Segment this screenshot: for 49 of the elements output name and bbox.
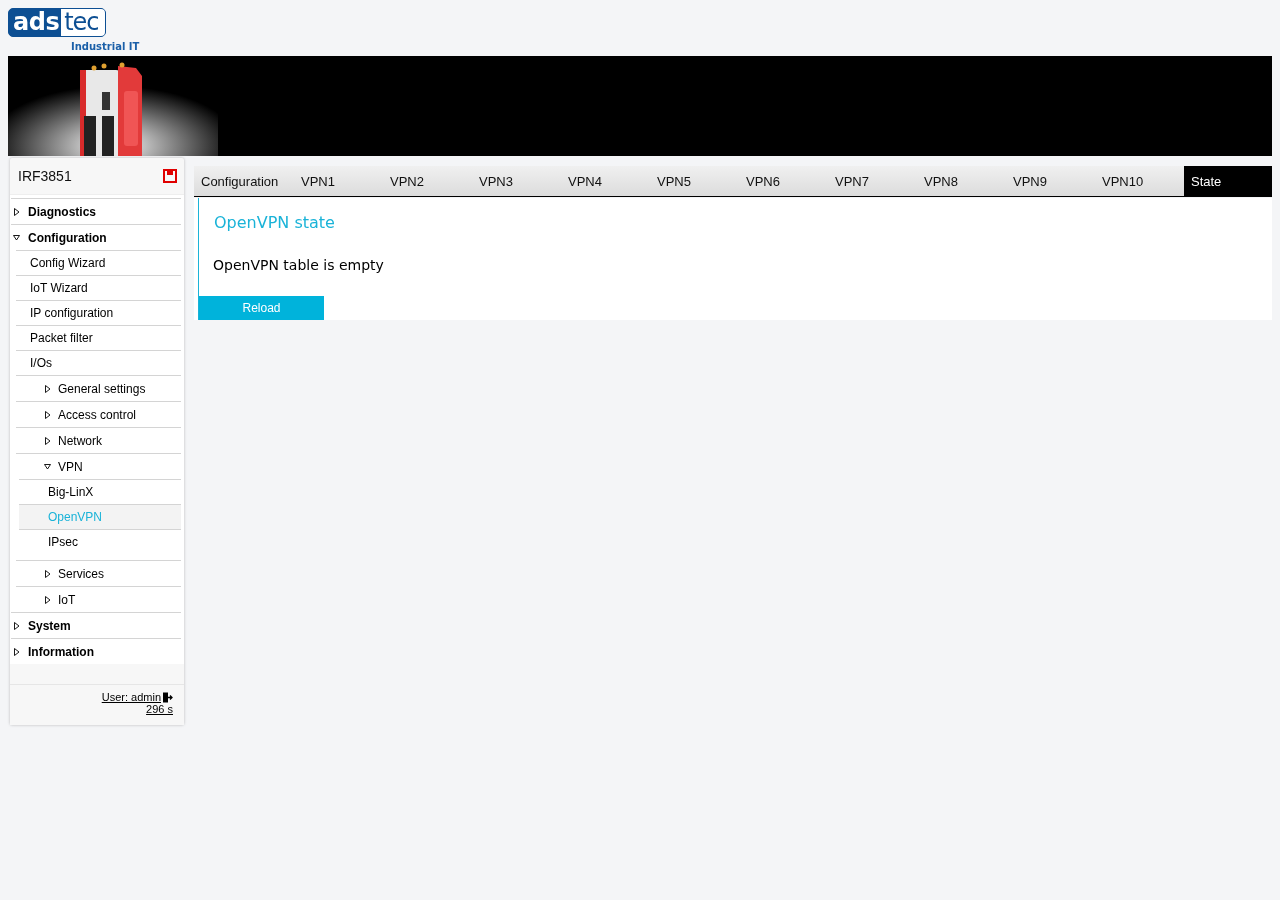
menu-item[interactable]: Big-LinX bbox=[19, 480, 181, 504]
caret-right-icon bbox=[44, 410, 51, 419]
tree-item[interactable]: VPN bbox=[16, 454, 181, 479]
caret-right-icon bbox=[44, 384, 51, 393]
user-link[interactable]: User: admin bbox=[101, 691, 161, 703]
tree-item[interactable]: Configuration bbox=[11, 225, 181, 250]
tab[interactable]: VPN3 bbox=[472, 166, 561, 196]
logout-icon[interactable] bbox=[162, 691, 173, 703]
tab[interactable]: VPN4 bbox=[561, 166, 650, 196]
tab[interactable]: VPN5 bbox=[650, 166, 739, 196]
caret-right-icon bbox=[13, 647, 20, 656]
menu-item[interactable]: IP configuration bbox=[16, 301, 181, 325]
caret-right-icon bbox=[13, 207, 20, 216]
caret-right-icon bbox=[44, 569, 51, 578]
menu-item[interactable]: Config Wizard bbox=[16, 251, 181, 275]
logo-tagline: Industrial IT bbox=[71, 41, 138, 52]
device-name: IRF3851 bbox=[18, 168, 72, 184]
tree-item[interactable]: System bbox=[11, 613, 181, 638]
tab[interactable]: VPN6 bbox=[739, 166, 828, 196]
menu-item[interactable]: IPsec bbox=[19, 530, 181, 554]
tab[interactable]: VPN10 bbox=[1095, 166, 1184, 196]
caret-right-icon bbox=[44, 436, 51, 445]
session-timer[interactable]: 296 s bbox=[146, 703, 173, 715]
tab[interactable]: VPN2 bbox=[383, 166, 472, 196]
tab[interactable]: Configuration bbox=[194, 166, 294, 196]
tree-item[interactable]: Services bbox=[16, 561, 181, 586]
tree-item[interactable]: Information bbox=[11, 639, 181, 664]
tree-item[interactable]: Network bbox=[16, 428, 181, 453]
menu-item[interactable]: I/Os bbox=[16, 351, 181, 375]
tab[interactable]: VPN7 bbox=[828, 166, 917, 196]
tab[interactable]: VPN8 bbox=[917, 166, 1006, 196]
menu-item[interactable]: Packet filter bbox=[16, 326, 181, 350]
empty-message: OpenVPN table is empty bbox=[212, 256, 385, 273]
tree-item[interactable]: General settings bbox=[16, 376, 181, 401]
logo-text: tec bbox=[61, 9, 105, 36]
caret-right-icon bbox=[44, 595, 51, 604]
tab[interactable]: State bbox=[1184, 166, 1272, 196]
save-icon[interactable] bbox=[163, 169, 177, 183]
menu-item[interactable]: IoT Wizard bbox=[16, 276, 181, 300]
tree-item[interactable]: Access control bbox=[16, 402, 181, 427]
tree-item[interactable]: IoT bbox=[16, 587, 181, 612]
tab[interactable]: VPN1 bbox=[294, 166, 383, 196]
caret-down-icon bbox=[13, 233, 20, 242]
tab[interactable]: VPN9 bbox=[1006, 166, 1095, 196]
caret-right-icon bbox=[13, 621, 20, 630]
tree-item[interactable]: Diagnostics bbox=[11, 199, 181, 224]
logo-text: ads bbox=[12, 9, 61, 36]
panel-title: OpenVPN state bbox=[213, 212, 336, 232]
caret-down-icon bbox=[44, 462, 51, 471]
